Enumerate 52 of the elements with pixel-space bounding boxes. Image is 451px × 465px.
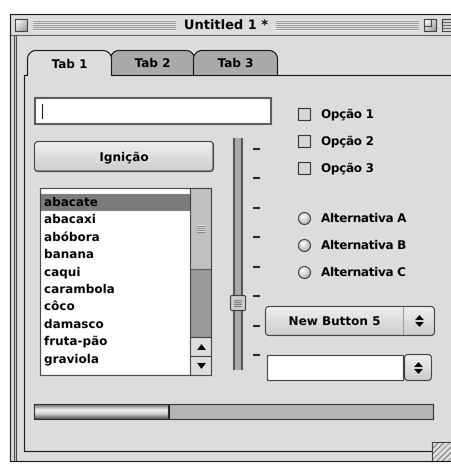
scroll-thumb[interactable] [191, 189, 211, 270]
tick-mark [253, 148, 260, 150]
tick-mark [253, 177, 260, 180]
popup-button[interactable]: New Button 5 [265, 306, 435, 336]
combo-arrow-button[interactable] [404, 354, 432, 381]
list-item[interactable]: fruta-pão [41, 333, 190, 351]
tick-mark [253, 266, 260, 268]
radio-button[interactable] [298, 238, 311, 252]
zoom-box[interactable] [424, 18, 438, 32]
radio-label: Alternativa B [321, 238, 406, 252]
checkbox-label: Opção 3 [321, 161, 374, 175]
close-box[interactable] [15, 18, 28, 32]
grip-icon [197, 225, 205, 233]
combo-field[interactable] [267, 355, 404, 381]
list-item[interactable]: damasco [41, 316, 190, 334]
text-field[interactable] [34, 97, 272, 125]
checkbox[interactable] [298, 162, 311, 174]
tab[interactable]: Tab 1 [27, 50, 112, 76]
checkbox[interactable] [298, 108, 311, 120]
slider-thumb[interactable] [230, 294, 246, 311]
window-title: Untitled 1 * [182, 18, 270, 32]
radio-button[interactable] [298, 212, 311, 224]
tick-mark [253, 324, 260, 327]
radio-label: Alternativa C [321, 265, 406, 279]
list-item[interactable]: carambola [41, 280, 190, 298]
resize-grip-icon[interactable] [432, 442, 451, 461]
tick-mark [253, 236, 260, 238]
list-item[interactable]: caqui [41, 264, 190, 281]
list-item[interactable]: banana [41, 246, 190, 264]
checkbox-label: Opção 2 [321, 134, 374, 148]
tick-mark [253, 354, 260, 356]
slider[interactable] [230, 138, 246, 370]
updown-icon [414, 315, 424, 327]
scroll-down-icon[interactable] [196, 363, 206, 369]
list-item[interactable]: côco [41, 298, 190, 316]
tick-mark [253, 295, 260, 298]
radio-button[interactable] [298, 266, 311, 278]
list-box[interactable]: abacate abacaxi abóbora banana caqui carambola côco damasco fruta-pão graviola [40, 188, 212, 376]
list-item[interactable]: abóbora [41, 228, 190, 246]
list-item[interactable]: graviola [41, 350, 190, 368]
checkbox[interactable] [298, 134, 311, 148]
tab[interactable]: Tab 3 [193, 50, 278, 75]
ignicao-button[interactable]: Ignição [34, 141, 214, 172]
list-item[interactable]: abacate [41, 194, 190, 212]
list-item[interactable]: abacaxi [41, 211, 190, 229]
radio-label: Alternativa A [321, 211, 406, 225]
checkbox-label: Opção 1 [321, 107, 374, 121]
tick-mark [253, 206, 260, 209]
tab[interactable]: Tab 2 [110, 50, 195, 75]
scrollbar[interactable] [190, 189, 211, 375]
scroll-up-icon[interactable] [196, 344, 206, 350]
updown-icon [414, 362, 422, 374]
